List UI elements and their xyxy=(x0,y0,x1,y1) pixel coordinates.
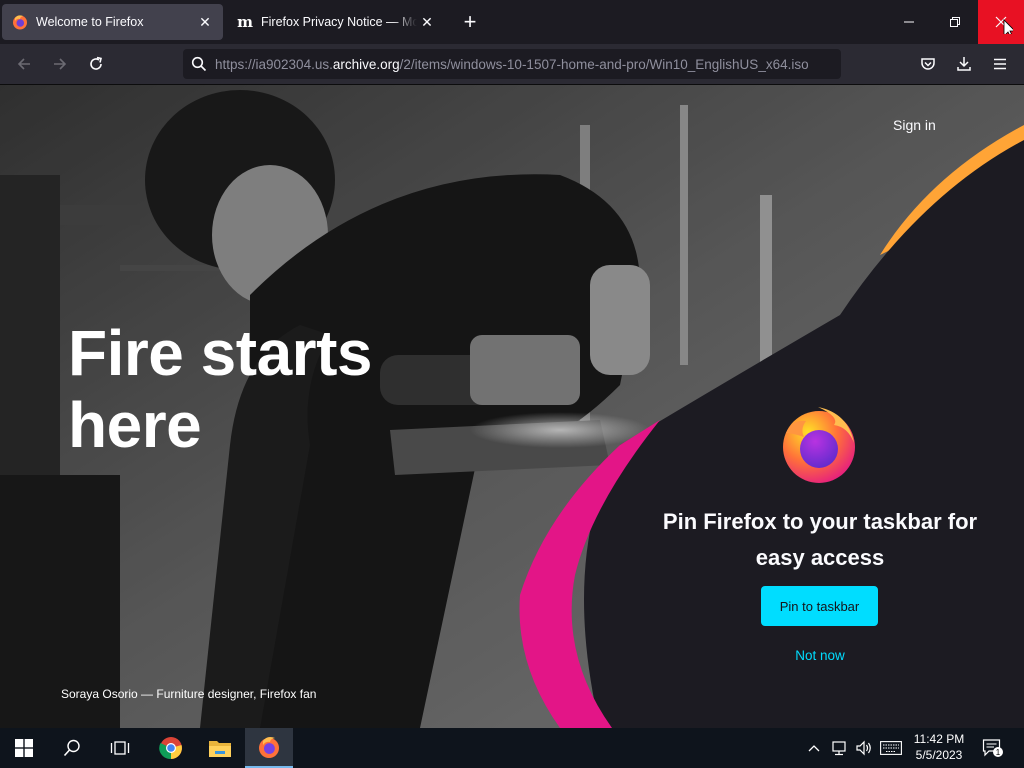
downloads-button[interactable] xyxy=(950,50,978,78)
close-window-button[interactable] xyxy=(978,0,1024,44)
chrome-icon xyxy=(159,737,182,760)
reload-button[interactable] xyxy=(82,50,110,78)
reload-icon xyxy=(90,56,102,70)
hero-headline: Fire starts here xyxy=(68,317,372,461)
pin-title: Pin Firefox to your taskbar for easy acc… xyxy=(662,509,978,570)
restore-button[interactable] xyxy=(932,0,978,44)
close-tab-icon[interactable]: ✕ xyxy=(195,12,215,32)
keyboard-icon xyxy=(880,741,902,755)
mouse-cursor-icon xyxy=(1003,19,1013,34)
address-bar[interactable]: https://ia902304.us.archive.org/2/items/… xyxy=(183,49,841,79)
taskbar-clock[interactable]: 11:42 PM 5/5/2023 xyxy=(906,731,972,763)
close-tab-icon[interactable]: ✕ xyxy=(417,12,437,32)
not-now-link[interactable]: Not now xyxy=(760,648,880,663)
touch-keyboard-button[interactable] xyxy=(877,728,905,768)
navigation-toolbar: https://ia902304.us.archive.org/2/items/… xyxy=(0,44,1024,85)
speaker-icon xyxy=(856,740,871,756)
hamburger-menu-icon xyxy=(994,58,1006,70)
close-icon xyxy=(995,16,1013,34)
network-icon xyxy=(832,741,846,756)
file-explorer-icon xyxy=(209,741,231,757)
windows-taskbar: 11:42 PM 5/5/2023 1 xyxy=(0,728,1024,768)
search-button[interactable] xyxy=(48,728,96,768)
tab-title: Firefox Privacy Notice — Mozilla xyxy=(261,15,417,29)
search-icon xyxy=(191,56,207,72)
welcome-page: Sign in Fire starts here Soraya Osorio —… xyxy=(0,85,1024,728)
download-icon xyxy=(957,57,971,71)
tab-strip: Welcome to Firefox ✕ m Firefox Privacy N… xyxy=(0,0,1024,44)
task-view-icon xyxy=(110,741,130,755)
notification-count: 1 xyxy=(996,748,1001,757)
file-explorer-taskbar-button[interactable] xyxy=(196,728,244,768)
start-icon xyxy=(15,739,33,757)
minimize-button[interactable] xyxy=(886,0,932,44)
sign-in-link[interactable]: Sign in xyxy=(893,117,936,133)
firefox-logo-icon xyxy=(783,407,855,483)
menu-button[interactable] xyxy=(986,50,1014,78)
chevron-up-icon xyxy=(808,745,820,752)
clock-time: 11:42 PM xyxy=(913,732,965,746)
url-text: https://ia902304.us.archive.org/2/items/… xyxy=(215,56,809,72)
mozilla-favicon-icon: m xyxy=(237,12,253,31)
network-button[interactable] xyxy=(829,728,851,768)
tab-welcome[interactable]: Welcome to Firefox ✕ xyxy=(2,4,223,40)
minimize-icon xyxy=(904,21,914,23)
photo-caption: Soraya Osorio — Furniture designer, Fire… xyxy=(61,687,317,701)
volume-button[interactable] xyxy=(853,728,875,768)
task-view-button[interactable] xyxy=(96,728,144,768)
notification-icon: 1 xyxy=(982,739,1003,757)
back-arrow-icon xyxy=(17,58,30,70)
firefox-icon xyxy=(259,737,279,758)
restore-icon xyxy=(950,17,960,27)
back-button[interactable] xyxy=(10,50,38,78)
forward-arrow-icon xyxy=(54,58,67,70)
show-hidden-icons-button[interactable] xyxy=(806,728,822,768)
pocket-button[interactable] xyxy=(914,50,942,78)
action-center-button[interactable]: 1 xyxy=(980,728,1006,768)
chrome-taskbar-button[interactable] xyxy=(147,728,195,768)
firefox-taskbar-button[interactable] xyxy=(245,728,293,768)
new-tab-button[interactable]: + xyxy=(458,10,482,34)
search-icon xyxy=(63,739,80,757)
tab-title: Welcome to Firefox xyxy=(36,15,144,29)
forward-button[interactable] xyxy=(46,50,74,78)
pin-to-taskbar-button[interactable]: Pin to taskbar xyxy=(761,586,878,626)
clock-date: 5/5/2023 xyxy=(915,748,963,762)
pocket-icon xyxy=(921,58,935,70)
tab-privacy-notice[interactable]: m Firefox Privacy Notice — Mozilla ✕ xyxy=(227,4,445,40)
start-button[interactable] xyxy=(0,728,48,768)
firefox-favicon-icon xyxy=(12,14,28,30)
